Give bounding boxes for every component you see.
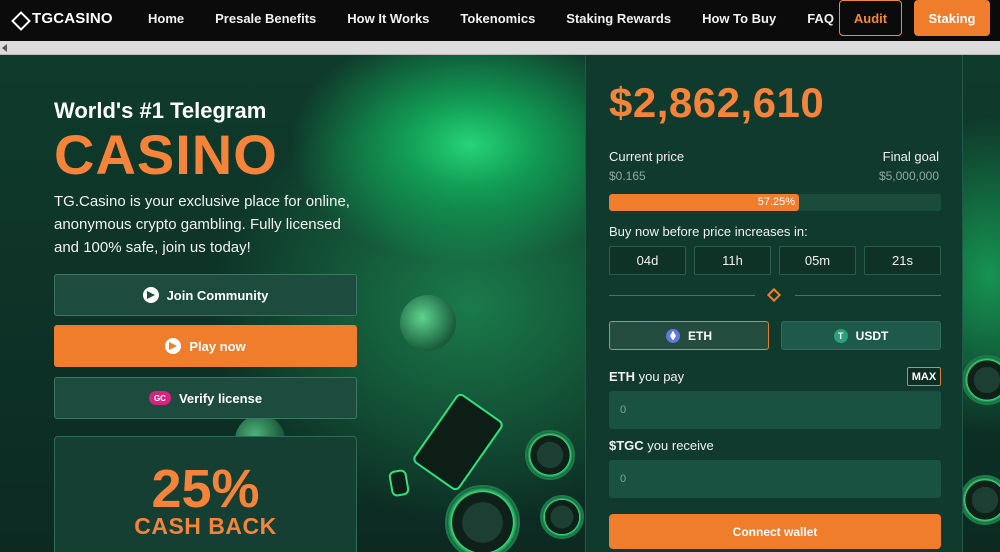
token-eth-button[interactable]: ETH — [609, 321, 769, 350]
nav-link-tokenomics[interactable]: Tokenomics — [460, 11, 535, 26]
presale-panel: $2,862,610 Current price $0.165 Final go… — [585, 55, 963, 552]
hero-description: TG.Casino is your exclusive place for on… — [54, 193, 350, 256]
usdt-icon: T — [833, 328, 848, 343]
nav-link-home[interactable]: Home — [148, 11, 184, 26]
pay-text: you pay — [638, 369, 685, 384]
max-button[interactable]: MAX — [907, 367, 941, 386]
pay-token: ETH — [609, 369, 635, 384]
countdown-seconds: 21s — [864, 246, 941, 275]
verify-license-button[interactable]: GC Verify license — [54, 377, 357, 419]
nav-links: Home Presale Benefits How It Works Token… — [148, 0, 834, 36]
license-badge-icon: GC — [148, 391, 171, 405]
casino-chip-decoration — [540, 495, 584, 539]
top-nav: TGCASINO Home Presale Benefits How It Wo… — [0, 0, 1000, 41]
hero-subtitle: World's #1 Telegram — [54, 98, 267, 123]
cashback-card: 25% CASH BACK — [54, 436, 357, 552]
casino-chip-decoration — [960, 475, 1000, 525]
countdown-hours: 11h — [694, 246, 771, 275]
nav-link-staking-rewards[interactable]: Staking Rewards — [566, 11, 671, 26]
nav-link-how-to-buy[interactable]: How To Buy — [702, 11, 776, 26]
presale-progress-bar: 57.25% — [609, 194, 941, 211]
token-usdt-label: USDT — [855, 328, 889, 343]
token-eth-label: ETH — [688, 328, 712, 343]
amount-raised: $2,862,610 — [609, 79, 825, 126]
audit-button[interactable]: Audit — [839, 0, 902, 36]
hero-title: CASINO — [54, 123, 278, 186]
telegram-icon — [165, 338, 182, 354]
play-now-label: Play now — [189, 338, 246, 354]
cashback-text: CASH BACK — [134, 513, 277, 539]
token-usdt-button[interactable]: T USDT — [781, 321, 941, 350]
countdown-minutes: 05m — [779, 246, 856, 275]
horizontal-scrollbar[interactable] — [0, 41, 1000, 55]
divider-right — [795, 295, 941, 296]
pay-amount-input[interactable] — [609, 391, 941, 429]
receive-amount-input[interactable] — [609, 460, 941, 498]
nav-link-presale-benefits[interactable]: Presale Benefits — [215, 11, 316, 26]
logo[interactable]: TGCASINO — [12, 10, 113, 27]
final-goal-value: $5,000,000 — [878, 169, 939, 183]
telegram-icon — [142, 287, 159, 303]
current-price-label: Current price — [609, 149, 685, 164]
eth-icon — [666, 328, 680, 343]
scroll-left-arrow-icon[interactable] — [2, 44, 7, 52]
cashback-percent: 25% — [151, 459, 260, 519]
progress-fill: 57.25% — [609, 194, 800, 211]
pay-field-label: ETH you pay — [609, 369, 684, 384]
playing-card-decoration — [410, 391, 506, 493]
join-community-button[interactable]: Join Community — [54, 274, 357, 316]
casino-chip-decoration — [962, 355, 1000, 405]
progress-percent: 57.25% — [757, 196, 796, 208]
receive-field-label: $TGC you receive — [609, 438, 714, 453]
countdown-days: 04d — [609, 246, 686, 275]
casino-chip-decoration — [445, 485, 520, 552]
play-now-button[interactable]: Play now — [54, 325, 357, 367]
logo-diamond-icon — [12, 12, 26, 26]
casino-chip-decoration — [525, 430, 575, 480]
receive-text: you receive — [647, 438, 714, 453]
staking-button[interactable]: Staking — [914, 0, 990, 36]
countdown-label: Buy now before price increases in: — [609, 224, 808, 239]
nav-link-faq[interactable]: FAQ — [807, 11, 834, 26]
connect-wallet-button[interactable]: Connect wallet — [609, 514, 941, 549]
verify-license-label: Verify license — [178, 390, 263, 406]
nav-link-how-it-works[interactable]: How It Works — [347, 11, 429, 26]
final-goal-label: Final goal — [882, 149, 939, 164]
join-community-label: Join Community — [166, 287, 269, 303]
playing-card-decoration — [387, 468, 411, 498]
decorative-orb — [400, 295, 456, 351]
receive-token: $TGC — [609, 438, 644, 453]
current-price-value: $0.165 — [609, 169, 646, 183]
logo-text: TGCASINO — [32, 10, 113, 27]
divider-diamond-icon — [766, 287, 782, 303]
divider-left — [609, 295, 755, 296]
